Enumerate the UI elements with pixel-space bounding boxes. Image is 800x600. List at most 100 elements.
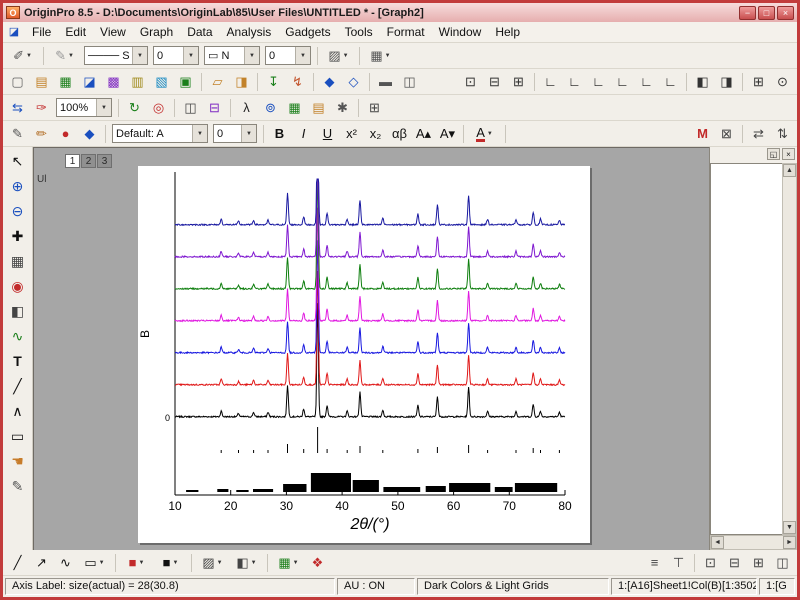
superscript-button[interactable]: x²: [340, 123, 363, 144]
menu-item-window[interactable]: Window: [432, 23, 489, 41]
data-marker-button[interactable]: M: [691, 123, 714, 144]
worksheet-button[interactable]: ▦: [283, 97, 306, 118]
pattern-button[interactable]: ▨ ▼: [196, 552, 229, 573]
fill-pattern-button[interactable]: ▨ ▼: [322, 45, 355, 66]
align-left-button[interactable]: ≡: [643, 552, 666, 573]
menu-item-tools[interactable]: Tools: [338, 23, 380, 41]
new-layer-button[interactable]: ⊞: [747, 71, 770, 92]
menu-item-file[interactable]: File: [25, 23, 58, 41]
chevron-down-icon[interactable]: ▼: [68, 53, 74, 59]
merge-graphs-button[interactable]: ◧: [691, 71, 714, 92]
menu-item-format[interactable]: Format: [380, 23, 432, 41]
symbol-marker-button[interactable]: ◆: [78, 123, 101, 144]
menu-item-analysis[interactable]: Analysis: [220, 23, 279, 41]
axis-style-5-button[interactable]: ∟: [635, 71, 658, 92]
axis-style-3-button[interactable]: ∟: [587, 71, 610, 92]
chevron-down-icon[interactable]: ▼: [343, 53, 349, 59]
pointer-tool[interactable]: ↖: [5, 149, 31, 173]
style-tool-selector[interactable]: ✎ ▼: [48, 45, 81, 66]
new-graph-button[interactable]: ◪: [78, 71, 101, 92]
menu-item-gadgets[interactable]: Gadgets: [278, 23, 337, 41]
script-window-button[interactable]: λ: [235, 97, 258, 118]
font-size-combo[interactable]: 0 ▼: [213, 124, 257, 143]
shape-tool-button[interactable]: ▭ ▼: [78, 552, 111, 573]
color-marker-button[interactable]: ●: [54, 123, 77, 144]
rectangle-tool[interactable]: ▭: [5, 424, 31, 448]
menu-item-edit[interactable]: Edit: [58, 23, 93, 41]
ungroup-button[interactable]: ◫: [771, 552, 794, 573]
chevron-down-icon[interactable]: ▼: [96, 99, 111, 116]
print-preview-button[interactable]: ◫: [398, 71, 421, 92]
duplicate-window-button[interactable]: ◫: [179, 97, 202, 118]
zoom-in-tool[interactable]: ⊕: [5, 174, 31, 198]
print-button[interactable]: ▬: [374, 71, 397, 92]
add-layer-button[interactable]: ⊞: [363, 97, 386, 118]
line-draw-button[interactable]: ╱: [6, 552, 29, 573]
chevron-down-icon[interactable]: ▼: [487, 131, 493, 137]
palette-button[interactable]: ▦ ▼: [272, 552, 305, 573]
layer-tab-2[interactable]: 2: [81, 154, 96, 168]
fill-color-button[interactable]: ■ ▼: [120, 552, 153, 573]
chevron-down-icon[interactable]: ▼: [172, 560, 178, 566]
import-wizard-button[interactable]: ↯: [286, 71, 309, 92]
increase-font-button[interactable]: A▴: [412, 123, 435, 144]
font-color-button[interactable]: A ▼: [468, 123, 501, 144]
fill-area-button[interactable]: ▦ ▼: [364, 45, 397, 66]
vertical-spacing-button[interactable]: ⇅: [771, 123, 794, 144]
close-button[interactable]: ×: [777, 5, 794, 20]
line-style-combo[interactable]: ──── S ▼: [84, 46, 148, 65]
italic-button[interactable]: I: [292, 123, 315, 144]
align-top-button[interactable]: ⊤: [667, 552, 690, 573]
refresh-button[interactable]: ↻: [123, 97, 146, 118]
project-explorer-button[interactable]: ▤: [307, 97, 330, 118]
zoom-pan-tool[interactable]: ✚: [5, 224, 31, 248]
vertical-scrollbar-track[interactable]: [783, 177, 796, 521]
horizontal-spacing-button[interactable]: ⇄: [747, 123, 770, 144]
subscript-button[interactable]: x₂: [364, 123, 387, 144]
axis-style-1-button[interactable]: ∟: [539, 71, 562, 92]
extract-layers-button[interactable]: ◨: [715, 71, 738, 92]
title-bar[interactable]: O OriginPro 8.5 - D:\Documents\OriginLab…: [3, 3, 797, 22]
graph-page[interactable]: 10 20 30 40 50 60 70 80 2θ/(°) B 0: [138, 166, 590, 543]
draw-data-tool[interactable]: ∿: [5, 324, 31, 348]
symbol-gallery-button[interactable]: ❖: [306, 552, 329, 573]
layer-tab-1[interactable]: 1: [65, 154, 80, 168]
zoom-tool-button[interactable]: ⊚: [259, 97, 282, 118]
new-project-button[interactable]: ▢: [6, 71, 29, 92]
panel-horizontal-scrollbar[interactable]: ◄ ►: [710, 535, 797, 550]
line-tool-selector[interactable]: ✐ ▼: [6, 45, 39, 66]
pencil-tool[interactable]: ✎: [5, 474, 31, 498]
border-width-combo[interactable]: 0 ▼: [265, 46, 311, 65]
axis-style-4-button[interactable]: ∟: [611, 71, 634, 92]
save-template-button[interactable]: ◇: [342, 71, 365, 92]
new-notes-button[interactable]: ▥: [126, 71, 149, 92]
greek-button[interactable]: αβ: [388, 123, 411, 144]
horizontal-scrollbar-track[interactable]: [724, 536, 783, 549]
data-reader-tool[interactable]: ◉: [5, 274, 31, 298]
border-style-combo[interactable]: ▭ N ▼: [204, 46, 260, 65]
send-back-button[interactable]: ⊟: [723, 552, 746, 573]
maximize-button[interactable]: □: [758, 5, 775, 20]
chevron-down-icon[interactable]: ▼: [217, 560, 223, 566]
screen-reader-tool[interactable]: ▦: [5, 249, 31, 273]
scroll-right-icon[interactable]: ►: [783, 536, 796, 549]
timestamp-button[interactable]: ⊙: [771, 71, 794, 92]
chevron-down-icon[interactable]: ▼: [251, 560, 257, 566]
menu-item-help[interactable]: Help: [488, 23, 527, 41]
annotation-button[interactable]: ✏: [30, 123, 53, 144]
axis-style-2-button[interactable]: ∟: [563, 71, 586, 92]
font-combo[interactable]: Default: A ▼: [112, 124, 208, 143]
line-color-button[interactable]: ■ ▼: [154, 552, 187, 573]
pan-hand-tool[interactable]: ☚: [5, 449, 31, 473]
chevron-down-icon[interactable]: ▼: [295, 47, 310, 64]
edit-button[interactable]: ✎: [6, 123, 29, 144]
options-button[interactable]: ✱: [331, 97, 354, 118]
polyline-tool[interactable]: ∧: [5, 399, 31, 423]
line-tool[interactable]: ╱: [5, 374, 31, 398]
brush-tool-button[interactable]: ✑: [30, 97, 53, 118]
gradient-button[interactable]: ◧ ▼: [230, 552, 263, 573]
chevron-down-icon[interactable]: ▼: [183, 47, 198, 64]
chevron-down-icon[interactable]: ▼: [132, 47, 147, 64]
clear-marker-button[interactable]: ⊠: [715, 123, 738, 144]
chevron-down-icon[interactable]: ▼: [241, 125, 256, 142]
